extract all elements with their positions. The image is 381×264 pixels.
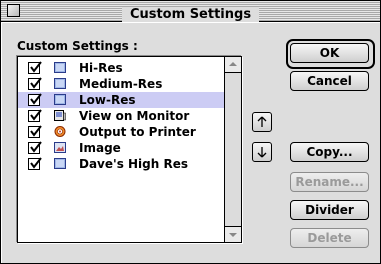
list-label: Custom Settings : [17, 39, 138, 53]
down-arrow-icon [257, 147, 267, 158]
printer-icon [54, 126, 66, 137]
image-icon [54, 142, 66, 153]
checkbox[interactable] [28, 157, 42, 170]
checkbox[interactable] [28, 109, 42, 122]
list-item-label: Dave's High Res [79, 157, 189, 171]
move-up-button[interactable] [252, 112, 272, 132]
list-item[interactable]: Hi-Res [18, 60, 224, 76]
cancel-button[interactable]: Cancel [290, 71, 369, 91]
checkmark-icon [30, 125, 42, 137]
list-item-selected[interactable]: Low-Res [18, 92, 224, 108]
monitor-icon [54, 110, 66, 121]
document-icon [54, 94, 66, 105]
title-wrap: Custom Settings [1, 3, 380, 23]
checkmark-icon [30, 61, 42, 73]
settings-list-items: Hi-Res Medium-Res Low-Res View on Monito… [18, 57, 224, 242]
list-item[interactable]: Dave's High Res [18, 156, 224, 172]
checkbox[interactable] [28, 125, 42, 138]
list-item-label: Medium-Res [79, 77, 163, 91]
scroll-up-arrow-icon[interactable] [225, 57, 241, 73]
list-item-label: View on Monitor [79, 109, 190, 123]
list-item-label: Hi-Res [79, 61, 123, 75]
checkbox[interactable] [28, 93, 42, 106]
window-title: Custom Settings [121, 7, 260, 23]
checkmark-icon [30, 77, 42, 89]
checkmark-icon [30, 141, 42, 153]
title-bar[interactable]: Custom Settings [1, 1, 380, 23]
delete-button[interactable]: Delete [290, 228, 369, 248]
settings-list[interactable]: Hi-Res Medium-Res Low-Res View on Monito… [17, 56, 242, 243]
list-item[interactable]: View on Monitor [18, 108, 224, 124]
list-item-label: Image [79, 141, 121, 155]
scroll-down-arrow-icon[interactable] [225, 226, 241, 242]
divider-button[interactable]: Divider [290, 200, 369, 220]
list-item[interactable]: Image [18, 140, 224, 156]
copy-button[interactable]: Copy... [290, 142, 369, 162]
move-down-button[interactable] [252, 142, 272, 162]
custom-settings-dialog: Custom Settings Custom Settings : Hi-Res [0, 0, 381, 264]
up-arrow-icon [257, 116, 267, 127]
checkbox[interactable] [28, 77, 42, 90]
checkmark-icon [30, 109, 42, 121]
vertical-scrollbar[interactable] [224, 57, 241, 242]
checkmark-icon [30, 93, 42, 105]
document-icon [54, 62, 66, 73]
rename-button[interactable]: Rename... [290, 172, 369, 192]
list-item-label: Low-Res [79, 93, 136, 107]
checkbox[interactable] [28, 61, 42, 74]
checkbox[interactable] [28, 141, 42, 154]
ok-button[interactable]: OK [290, 43, 369, 63]
list-item-label: Output to Printer [79, 125, 196, 139]
default-button-ring: OK [286, 39, 375, 69]
document-icon [54, 158, 66, 169]
list-item[interactable]: Medium-Res [18, 76, 224, 92]
document-icon [54, 78, 66, 89]
list-item[interactable]: Output to Printer [18, 124, 224, 140]
checkmark-icon [30, 157, 42, 169]
dialog-content: Custom Settings : Hi-Res Medium-Res Low-… [1, 22, 380, 263]
